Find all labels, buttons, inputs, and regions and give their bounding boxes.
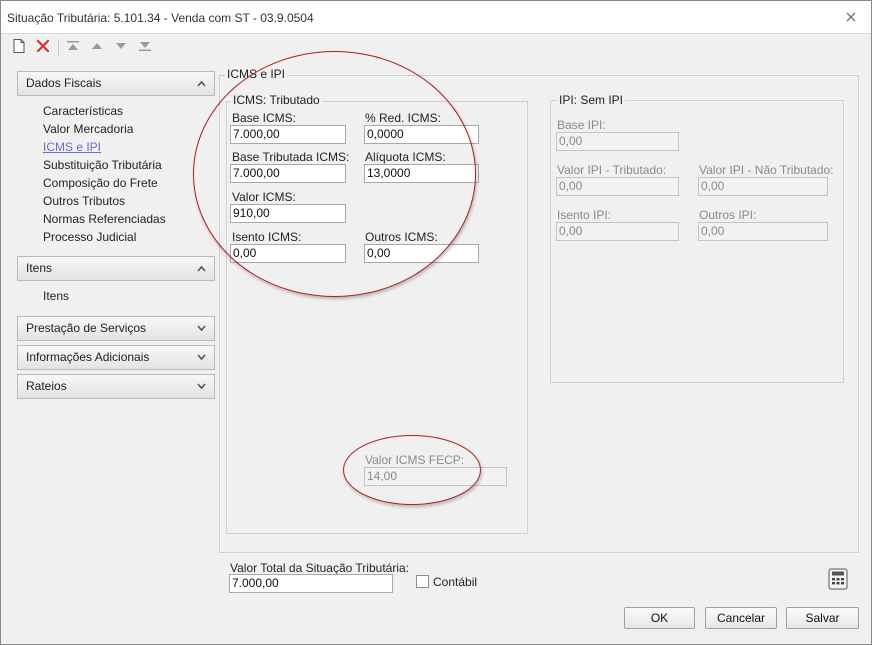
valor-ipi-tributado-label: Valor IPI - Tributado: <box>557 163 667 177</box>
sidebar-item-icms-ipi[interactable]: ICMS e IPI <box>43 138 215 156</box>
sidebar-item-outros-tributos[interactable]: Outros Tributos <box>43 192 215 210</box>
isento-ipi-field: 0,00 <box>556 222 679 241</box>
move-up-icon[interactable] <box>89 38 107 56</box>
fecp-label: Valor ICMS FECP: <box>365 453 465 467</box>
base-ipi-label: Base IPI: <box>557 118 606 132</box>
sidebar-item-normas-referenciadas[interactable]: Normas Referenciadas <box>43 210 215 228</box>
valor-ipi-nao-tributado-label: Valor IPI - Não Tributado: <box>699 163 834 177</box>
base-icms-field[interactable]: 7.000,00 <box>230 125 346 144</box>
itens-list: Itens <box>17 281 215 316</box>
ok-button[interactable]: OK <box>624 607 695 629</box>
window-title: Situação Tributária: 5.101.34 - Venda co… <box>7 11 314 25</box>
outros-ipi-label: Outros IPI: <box>699 208 757 222</box>
calculator-icon[interactable] <box>828 568 848 590</box>
group-rateios[interactable]: Rateios <box>17 374 215 399</box>
valor-ipi-tributado-field: 0,00 <box>556 177 679 196</box>
sidebar-item-caracteristicas[interactable]: Características <box>43 102 215 120</box>
base-icms-label: Base ICMS: <box>232 111 297 125</box>
chevron-down-icon <box>197 354 206 361</box>
total-field[interactable]: 7.000,00 <box>229 574 393 593</box>
sidebar-item-processo-judicial[interactable]: Processo Judicial <box>43 228 215 246</box>
chevron-down-icon <box>197 383 206 390</box>
icms-legend: ICMS: Tributado <box>231 93 322 107</box>
isento-icms-label: Isento ICMS: <box>232 230 302 244</box>
group-prestacao-servicos[interactable]: Prestação de Serviços <box>17 316 215 341</box>
section-title: ICMS e IPI <box>225 67 288 81</box>
aliquota-field[interactable]: 13,0000 <box>364 164 479 183</box>
move-first-icon[interactable] <box>65 38 83 56</box>
group-informacoes-adicionais[interactable]: Informações Adicionais <box>17 345 215 370</box>
cancel-button[interactable]: Cancelar <box>705 607 777 629</box>
group-label: Rateios <box>26 379 67 393</box>
chevron-up-icon <box>197 265 206 272</box>
ipi-legend: IPI: Sem IPI <box>557 93 626 107</box>
title-bar: Situação Tributária: 5.101.34 - Venda co… <box>1 1 871 34</box>
isento-icms-field[interactable]: 0,00 <box>230 244 346 263</box>
red-icms-label: % Red. ICMS: <box>365 111 442 125</box>
sidebar-item-valor-mercadoria[interactable]: Valor Mercadoria <box>43 120 215 138</box>
contabil-label: Contábil <box>433 575 478 589</box>
sidebar-item-itens[interactable]: Itens <box>43 287 215 305</box>
group-dados-fiscais[interactable]: Dados Fiscais <box>17 71 215 96</box>
dialog-window: Situação Tributária: 5.101.34 - Venda co… <box>0 0 872 645</box>
dados-fiscais-list: Características Valor Mercadoria ICMS e … <box>17 96 215 250</box>
contabil-checkbox[interactable] <box>416 575 429 588</box>
base-tributada-field[interactable]: 7.000,00 <box>230 164 346 183</box>
aliquota-label: Alíquota ICMS: <box>365 150 446 164</box>
group-label: Prestação de Serviços <box>26 321 147 335</box>
delete-icon[interactable] <box>35 38 53 56</box>
outros-icms-field[interactable]: 0,00 <box>364 244 479 263</box>
close-icon[interactable] <box>843 9 859 25</box>
base-ipi-field: 0,00 <box>556 132 679 151</box>
group-label: Itens <box>26 261 53 275</box>
isento-ipi-label: Isento IPI: <box>557 208 612 222</box>
valor-icms-label: Valor ICMS: <box>232 190 296 204</box>
outros-ipi-field: 0,00 <box>698 222 828 241</box>
red-icms-field[interactable]: 0,0000 <box>364 125 479 144</box>
base-tributada-label: Base Tributada ICMS: <box>232 150 350 164</box>
move-last-icon[interactable] <box>137 38 155 56</box>
chevron-down-icon <box>197 325 206 332</box>
valor-icms-field[interactable]: 910,00 <box>230 204 346 223</box>
chevron-up-icon <box>197 80 206 87</box>
sidebar-item-composicao-frete[interactable]: Composição do Frete <box>43 174 215 192</box>
sidebar-item-substituicao-tributaria[interactable]: Substituição Tributária <box>43 156 215 174</box>
outros-icms-label: Outros ICMS: <box>365 230 438 244</box>
new-document-icon[interactable] <box>11 38 29 56</box>
move-down-icon[interactable] <box>113 38 131 56</box>
group-label: Informações Adicionais <box>26 350 150 364</box>
toolbar-separator <box>58 39 59 55</box>
sidebar: Dados Fiscais Características Valor Merc… <box>17 71 215 399</box>
fecp-field: 14,00 <box>364 467 507 486</box>
group-label: Dados Fiscais <box>26 76 102 90</box>
valor-ipi-nao-tributado-field: 0,00 <box>698 177 828 196</box>
group-itens[interactable]: Itens <box>17 256 215 281</box>
save-button[interactable]: Salvar <box>786 607 859 629</box>
total-label: Valor Total da Situação Tributária: <box>230 561 409 575</box>
